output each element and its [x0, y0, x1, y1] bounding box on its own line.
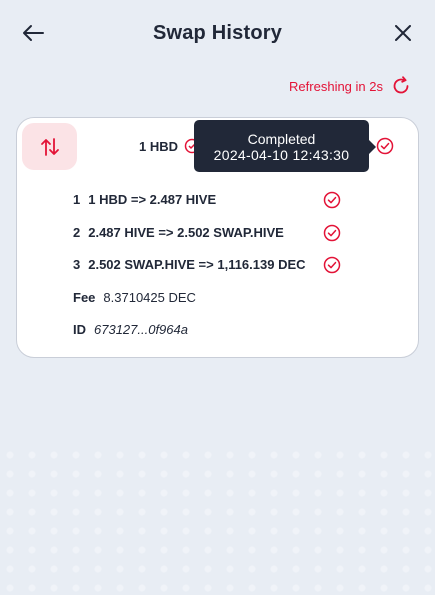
fee-row: Fee 8.3710425 DEC — [73, 290, 196, 305]
swap-step: 1 1 HBD => 2.487 HIVE — [73, 192, 216, 207]
id-row: ID 673127...0f964a — [73, 322, 188, 337]
check-circle-icon — [323, 191, 341, 209]
refresh-status: Refreshing in 2s — [289, 76, 411, 96]
step-text: 1 HBD => 2.487 HIVE — [88, 192, 217, 207]
step-text: 2.502 SWAP.HIVE => 1,116.139 DEC — [88, 257, 306, 272]
tooltip-status: Completed — [247, 131, 316, 147]
step-index: 1 — [73, 192, 81, 207]
swap-summary: 1 HBD — [139, 138, 200, 154]
summary-amount: 1 HBD — [139, 138, 179, 154]
check-circle-icon — [323, 224, 341, 242]
step-text: 2.487 HIVE => 2.502 SWAP.HIVE — [88, 225, 284, 240]
status-tooltip: Completed 2024-04-10 12:43:30 — [194, 120, 376, 172]
check-circle-icon — [323, 256, 341, 274]
step-index: 3 — [73, 257, 81, 272]
swap-step: 3 2.502 SWAP.HIVE => 1,116.139 DEC — [73, 257, 306, 272]
swap-card[interactable]: 1 HBD Completed 2024-04-10 12:43:30 1 1 … — [16, 117, 419, 358]
close-button[interactable] — [391, 21, 415, 45]
tooltip-timestamp: 2024-04-10 12:43:30 — [213, 147, 350, 163]
step-index: 2 — [73, 225, 81, 240]
refresh-icon — [393, 76, 409, 94]
refresh-label: Refreshing in 2s — [289, 78, 383, 94]
header: Swap History — [0, 0, 435, 70]
swap-step: 2 2.487 HIVE => 2.502 SWAP.HIVE — [73, 225, 284, 240]
id-value[interactable]: 673127...0f964a — [94, 322, 188, 337]
refresh-button[interactable] — [391, 76, 411, 96]
swap-arrows-icon — [40, 137, 59, 156]
swap-type-badge — [22, 123, 77, 170]
check-circle-icon[interactable] — [376, 137, 394, 155]
fee-value: 8.3710425 DEC — [103, 290, 196, 305]
id-label: ID — [73, 322, 86, 337]
background-pattern — [0, 445, 435, 595]
page-title: Swap History — [152, 22, 283, 44]
fee-label: Fee — [73, 290, 96, 305]
close-icon — [395, 25, 411, 41]
